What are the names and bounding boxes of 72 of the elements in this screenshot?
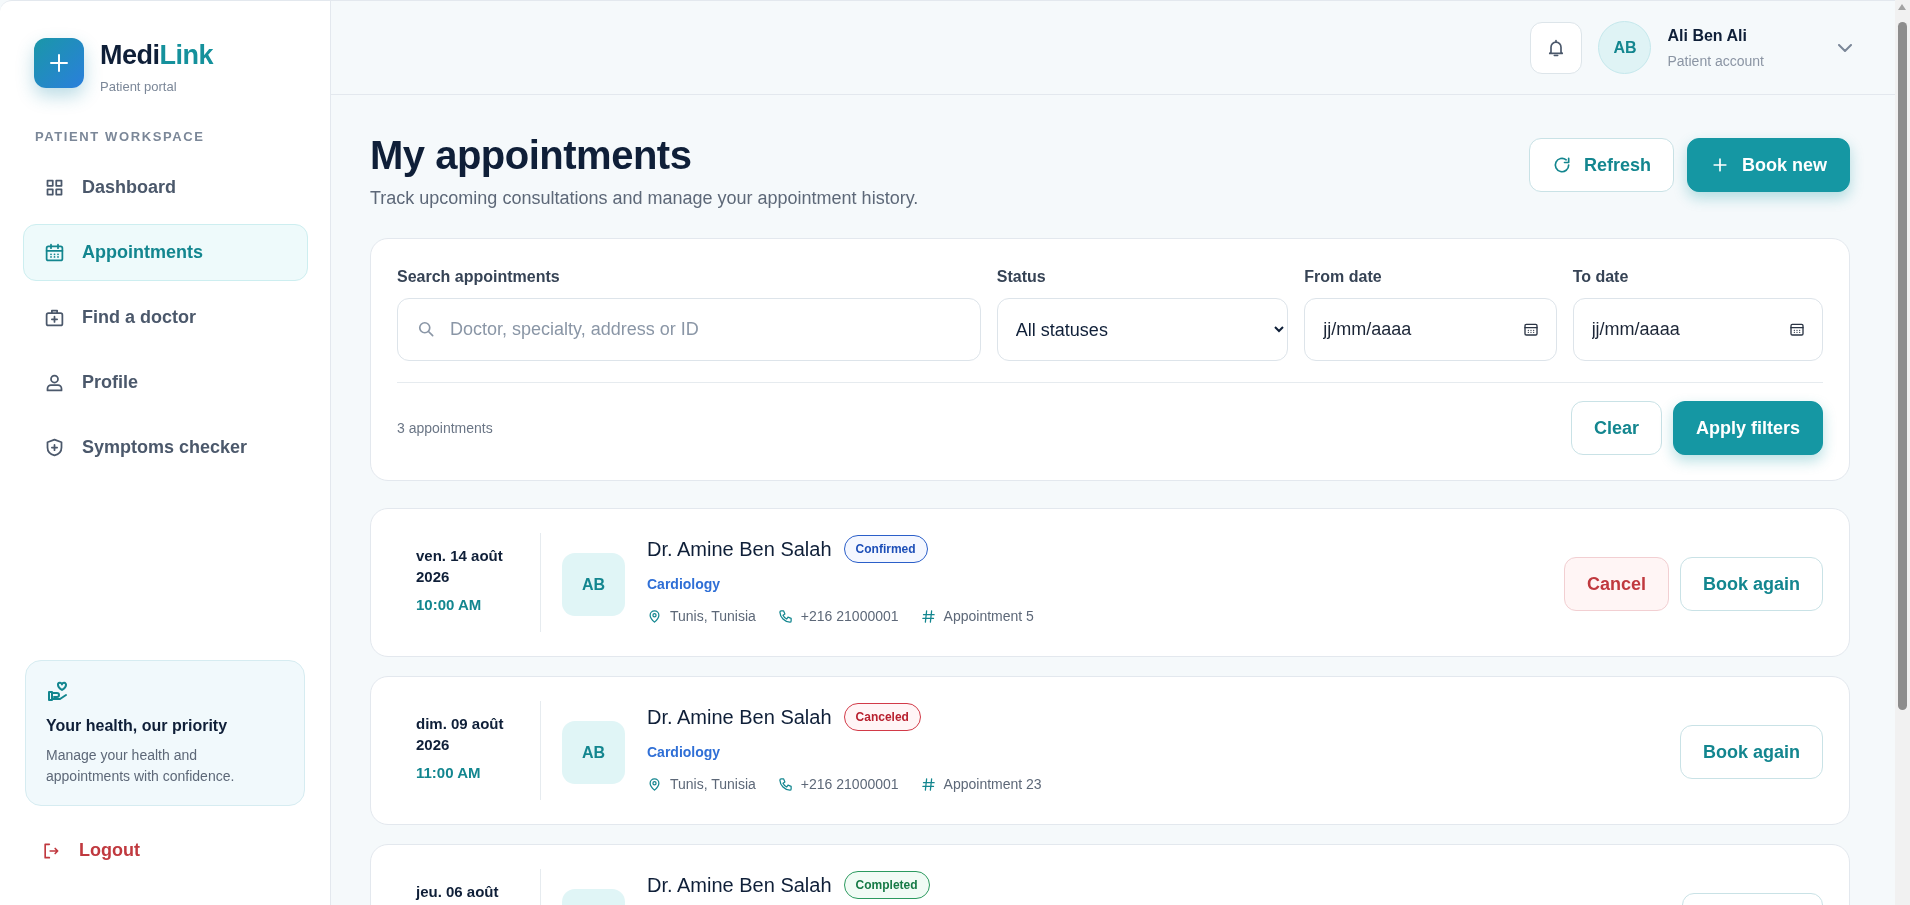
user-name: Ali Ben Ali bbox=[1667, 26, 1748, 45]
phone-icon bbox=[777, 608, 793, 624]
status-dropdown[interactable]: All statuses bbox=[996, 298, 1289, 361]
sidebar-item[interactable]: Appointments bbox=[23, 224, 308, 281]
user-menu[interactable]: AB Ali Ben Ali Patient account bbox=[1598, 21, 1852, 74]
medical-kit-icon bbox=[44, 307, 65, 328]
calendar-icon bbox=[1789, 321, 1805, 337]
section-heading: PATIENT WORKSPACE bbox=[35, 129, 206, 144]
status-badge: Canceled bbox=[843, 703, 921, 731]
cancel-button[interactable]: Cancel bbox=[1563, 557, 1669, 611]
person-icon bbox=[44, 372, 65, 393]
field-label: Status bbox=[996, 268, 1047, 286]
results-count: 3 appointments bbox=[397, 420, 493, 436]
user-avatar: AB bbox=[1598, 21, 1652, 74]
hand-heart-icon bbox=[46, 680, 70, 704]
phone-icon bbox=[777, 776, 793, 792]
location-text: Tunis, Tunisia bbox=[670, 776, 756, 792]
page-title: My appointments bbox=[370, 133, 693, 178]
doctor-name: Dr. Amine Ben Salah bbox=[647, 537, 832, 561]
sidebar-item[interactable]: Symptoms checker bbox=[23, 419, 308, 476]
status-badge: Completed bbox=[843, 871, 930, 899]
appointment-date: dim. 09 août 2026 bbox=[416, 714, 505, 755]
phone-number: +216 21000001 bbox=[800, 776, 899, 792]
apply-filters-button[interactable]: Apply filters bbox=[1672, 401, 1823, 455]
appointment-date: ven. 14 août 2026 bbox=[416, 546, 504, 587]
logo-icon bbox=[34, 38, 84, 88]
appointment-id: Appointment 23 bbox=[943, 776, 1042, 792]
appointment-time: 11:00 AM bbox=[416, 764, 482, 781]
info-card-text: Manage your health and appointments with confidence. bbox=[46, 746, 236, 786]
sidebar-item[interactable]: Dashboard bbox=[23, 159, 308, 216]
calendar-icon bbox=[1522, 321, 1539, 337]
hash-icon bbox=[920, 608, 936, 624]
location-pin-icon bbox=[647, 608, 662, 624]
field-label: From date bbox=[1304, 268, 1383, 286]
chevron-down-icon bbox=[1838, 43, 1852, 52]
refresh-button[interactable]: Refresh bbox=[1528, 138, 1674, 192]
clear-button[interactable]: Clear bbox=[1570, 401, 1662, 455]
location-pin-icon bbox=[647, 776, 662, 792]
status-badge: Confirmed bbox=[843, 535, 928, 563]
date-field[interactable]: jj/mm/aaaa bbox=[1572, 298, 1823, 361]
book-again-button[interactable]: Book again bbox=[1680, 557, 1823, 611]
specialty: Cardiology bbox=[647, 576, 722, 592]
doctor-avatar: AB bbox=[562, 721, 625, 784]
appointment-date: jeu. 06 août bbox=[416, 882, 500, 902]
specialty: Cardiology bbox=[647, 744, 722, 760]
book-again-button[interactable]: Book again bbox=[1680, 725, 1823, 779]
location-text: Tunis, Tunisia bbox=[670, 608, 756, 624]
brand-name: MediLink bbox=[100, 40, 214, 71]
notifications-button[interactable] bbox=[1530, 21, 1583, 74]
page-subtitle: Track upcoming consultations and manage your appointment history. bbox=[370, 188, 919, 209]
doctor-name: Dr. Amine Ben Salah bbox=[647, 873, 832, 897]
user-role: Patient account bbox=[1667, 52, 1764, 69]
brand-tagline: Patient portal bbox=[100, 79, 178, 94]
sidebar-item[interactable]: Profile bbox=[23, 354, 308, 411]
grid-icon bbox=[44, 177, 65, 198]
book-new-button[interactable]: Book new bbox=[1687, 138, 1850, 192]
doctor-avatar: AB bbox=[562, 553, 625, 616]
phone-number: +216 21000001 bbox=[800, 608, 899, 624]
logout-link[interactable]: Logout bbox=[41, 840, 140, 861]
appointment-id: Appointment 5 bbox=[943, 608, 1034, 624]
sidebar-item[interactable]: Find a doctor bbox=[23, 289, 308, 346]
hash-icon bbox=[920, 776, 936, 792]
info-card-title: Your health, our priority bbox=[46, 717, 229, 735]
date-field[interactable]: jj/mm/aaaa bbox=[1304, 298, 1557, 361]
appointment-time: 10:00 AM bbox=[416, 596, 483, 613]
calendar-icon bbox=[44, 242, 65, 263]
field-label: Search appointments bbox=[397, 268, 561, 286]
field-label: To date bbox=[1572, 268, 1630, 286]
shield-plus-icon bbox=[44, 437, 65, 458]
search-icon bbox=[416, 319, 436, 339]
doctor-name: Dr. Amine Ben Salah bbox=[647, 705, 832, 729]
search-field[interactable]: Doctor, specialty, address or ID bbox=[397, 298, 981, 361]
